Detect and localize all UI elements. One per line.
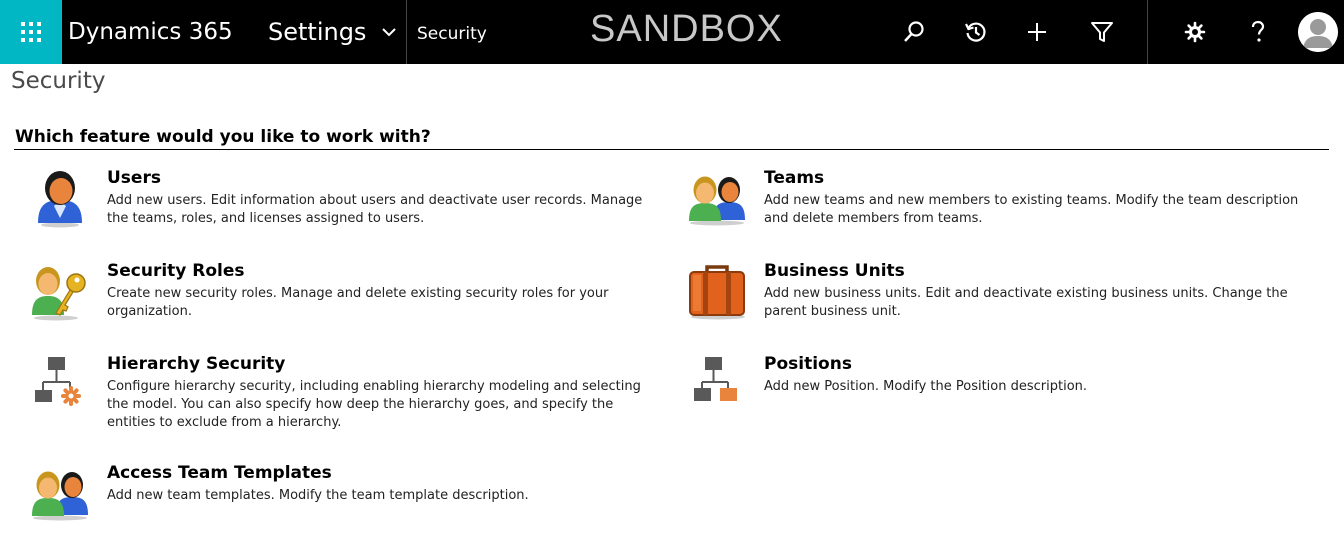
feature-title[interactable]: Teams [764, 168, 824, 188]
area-selector[interactable]: Settings [268, 0, 397, 64]
breadcrumb[interactable]: Security [417, 0, 487, 64]
recent-history-icon [965, 22, 986, 42]
team-template-icon [32, 471, 88, 521]
feature-users[interactable]: Users Add new users. Edit information ab… [30, 168, 650, 238]
section-divider [14, 149, 1329, 150]
topbar-divider [406, 0, 407, 64]
user-icon [38, 171, 82, 228]
feature-security-roles[interactable]: Security Roles Create new security roles… [30, 261, 670, 331]
advanced-find-button[interactable] [1086, 16, 1118, 48]
feature-hierarchy-security[interactable]: Hierarchy Security Configure hierarchy s… [30, 354, 650, 439]
user-key-icon [32, 267, 86, 321]
feature-title[interactable]: Positions [764, 354, 852, 374]
feature-description: Configure hierarchy security, including … [107, 379, 641, 430]
feature-teams[interactable]: Teams Add new teams and new members to e… [687, 168, 1307, 238]
search-icon [904, 21, 924, 42]
user-avatar-icon [1298, 12, 1338, 52]
user-avatar-button[interactable] [1298, 12, 1338, 52]
plus-icon [1028, 23, 1046, 41]
feature-description: Add new Position. Modify the Position de… [764, 379, 1088, 394]
hierarchy-position-icon [694, 357, 737, 401]
hierarchy-gear-icon [35, 357, 81, 406]
new-record-button[interactable] [1021, 16, 1053, 48]
section-heading: Which feature would you like to work wit… [15, 127, 431, 147]
briefcase-icon [689, 265, 745, 320]
environment-label: SANDBOX [590, 8, 783, 50]
feature-title[interactable]: Access Team Templates [107, 463, 332, 483]
help-button[interactable] [1242, 16, 1274, 48]
feature-access-team-templates[interactable]: Access Team Templates Add new team templ… [30, 463, 650, 523]
feature-title[interactable]: Security Roles [107, 261, 245, 281]
feature-title[interactable]: Business Units [764, 261, 905, 281]
recent-history-button[interactable] [960, 16, 992, 48]
app-name[interactable]: Dynamics 365 [68, 0, 233, 64]
feature-business-units[interactable]: Business Units Add new business units. E… [687, 261, 1307, 331]
area-label: Settings [268, 18, 367, 46]
settings-button[interactable] [1179, 16, 1211, 48]
team-icon [689, 176, 745, 226]
app-launcher-button[interactable] [0, 0, 62, 64]
gear-icon [1184, 21, 1206, 43]
feature-description: Add new team templates. Modify the team … [107, 488, 529, 503]
app-launcher-icon [21, 22, 41, 42]
feature-positions[interactable]: Positions Add new Position. Modify the P… [687, 354, 1307, 424]
feature-title[interactable]: Hierarchy Security [107, 354, 285, 374]
help-icon [1251, 20, 1265, 42]
topbar-divider [1147, 0, 1148, 64]
feature-title[interactable]: Users [107, 168, 161, 188]
feature-description: Add new users. Edit information about us… [107, 193, 643, 226]
feature-description: Create new security roles. Manage and de… [107, 286, 609, 319]
feature-description: Add new teams and new members to existin… [764, 193, 1299, 226]
feature-description: Add new business units. Edit and deactiv… [764, 286, 1288, 319]
chevron-down-icon [382, 27, 397, 37]
filter-icon [1091, 22, 1113, 42]
page-title: Security [11, 68, 106, 94]
top-navigation-bar: Dynamics 365 Settings Security SANDBOX [0, 0, 1344, 64]
search-button[interactable] [898, 16, 930, 48]
